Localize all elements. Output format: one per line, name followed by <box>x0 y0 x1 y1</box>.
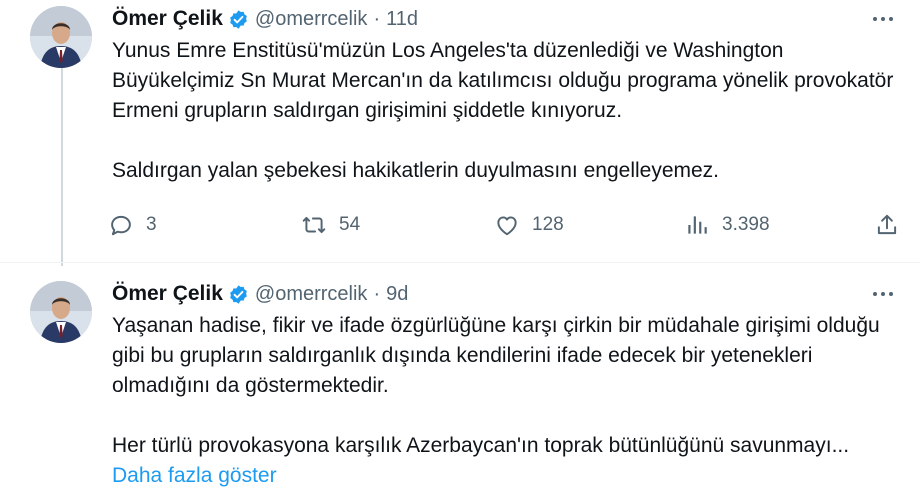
header-separator: · <box>373 7 381 30</box>
tweet-timestamp[interactable]: 11d <box>386 8 418 31</box>
tweet-header: Ömer Çelik @omerrcelik · 11d <box>112 5 418 33</box>
thread-connector-line <box>61 68 63 266</box>
tweet-text: Yunus Emre Enstitüsü'müzün Los Angeles't… <box>112 36 902 186</box>
author-name[interactable]: Ömer Çelik <box>112 282 223 306</box>
tweet-paragraph: Her türlü provokasyona karşılık Azerbayc… <box>112 431 902 491</box>
tweet-paragraph: Yunus Emre Enstitüsü'müzün Los Angeles't… <box>112 39 894 122</box>
retweet-icon <box>302 216 326 234</box>
tweet-actions: 3 54 128 3.398 <box>108 207 908 243</box>
tweet-paragraph: Yaşanan hadise, fikir ve ifade özgürlüğü… <box>112 314 880 397</box>
verified-badge-icon <box>228 284 249 305</box>
avatar[interactable] <box>30 281 92 343</box>
verified-badge-icon <box>228 9 249 30</box>
author-handle[interactable]: @omerrcelik <box>255 8 368 31</box>
share-icon <box>877 214 897 235</box>
views-icon <box>688 216 707 234</box>
header-separator: · <box>373 282 381 305</box>
tweet-header: Ömer Çelik @omerrcelik · 9d <box>112 280 408 308</box>
author-name[interactable]: Ömer Çelik <box>112 7 223 31</box>
like-button[interactable]: 128 <box>494 207 564 243</box>
truncated-text: Her türlü provokasyona karşılık Azerbayc… <box>112 434 850 457</box>
reply-icon <box>111 215 131 236</box>
share-button[interactable] <box>874 207 900 243</box>
avatar[interactable] <box>30 6 92 68</box>
retweet-button[interactable]: 54 <box>301 207 360 243</box>
views-button[interactable]: 3.398 <box>684 207 770 243</box>
tweet-paragraph: Saldırgan yalan şebekesi hakikatlerin du… <box>112 159 720 182</box>
tweet[interactable]: Ömer Çelik @omerrcelik · 9d Yaşanan hadi… <box>0 262 920 487</box>
like-count: 128 <box>532 214 564 235</box>
show-more-link[interactable]: Daha fazla göster <box>112 464 277 487</box>
tweet[interactable]: Ömer Çelik @omerrcelik · 11d Yunus Emre … <box>0 0 920 266</box>
like-icon <box>497 216 517 236</box>
views-count: 3.398 <box>722 214 770 235</box>
reply-count: 3 <box>146 214 157 235</box>
tweet-timestamp[interactable]: 9d <box>386 283 408 306</box>
reply-button[interactable]: 3 <box>108 207 157 243</box>
more-icon[interactable] <box>868 282 898 306</box>
author-handle[interactable]: @omerrcelik <box>255 283 368 306</box>
retweet-count: 54 <box>339 214 361 235</box>
tweet-text: Yaşanan hadise, fikir ve ifade özgürlüğü… <box>112 311 902 491</box>
more-icon[interactable] <box>868 7 898 31</box>
